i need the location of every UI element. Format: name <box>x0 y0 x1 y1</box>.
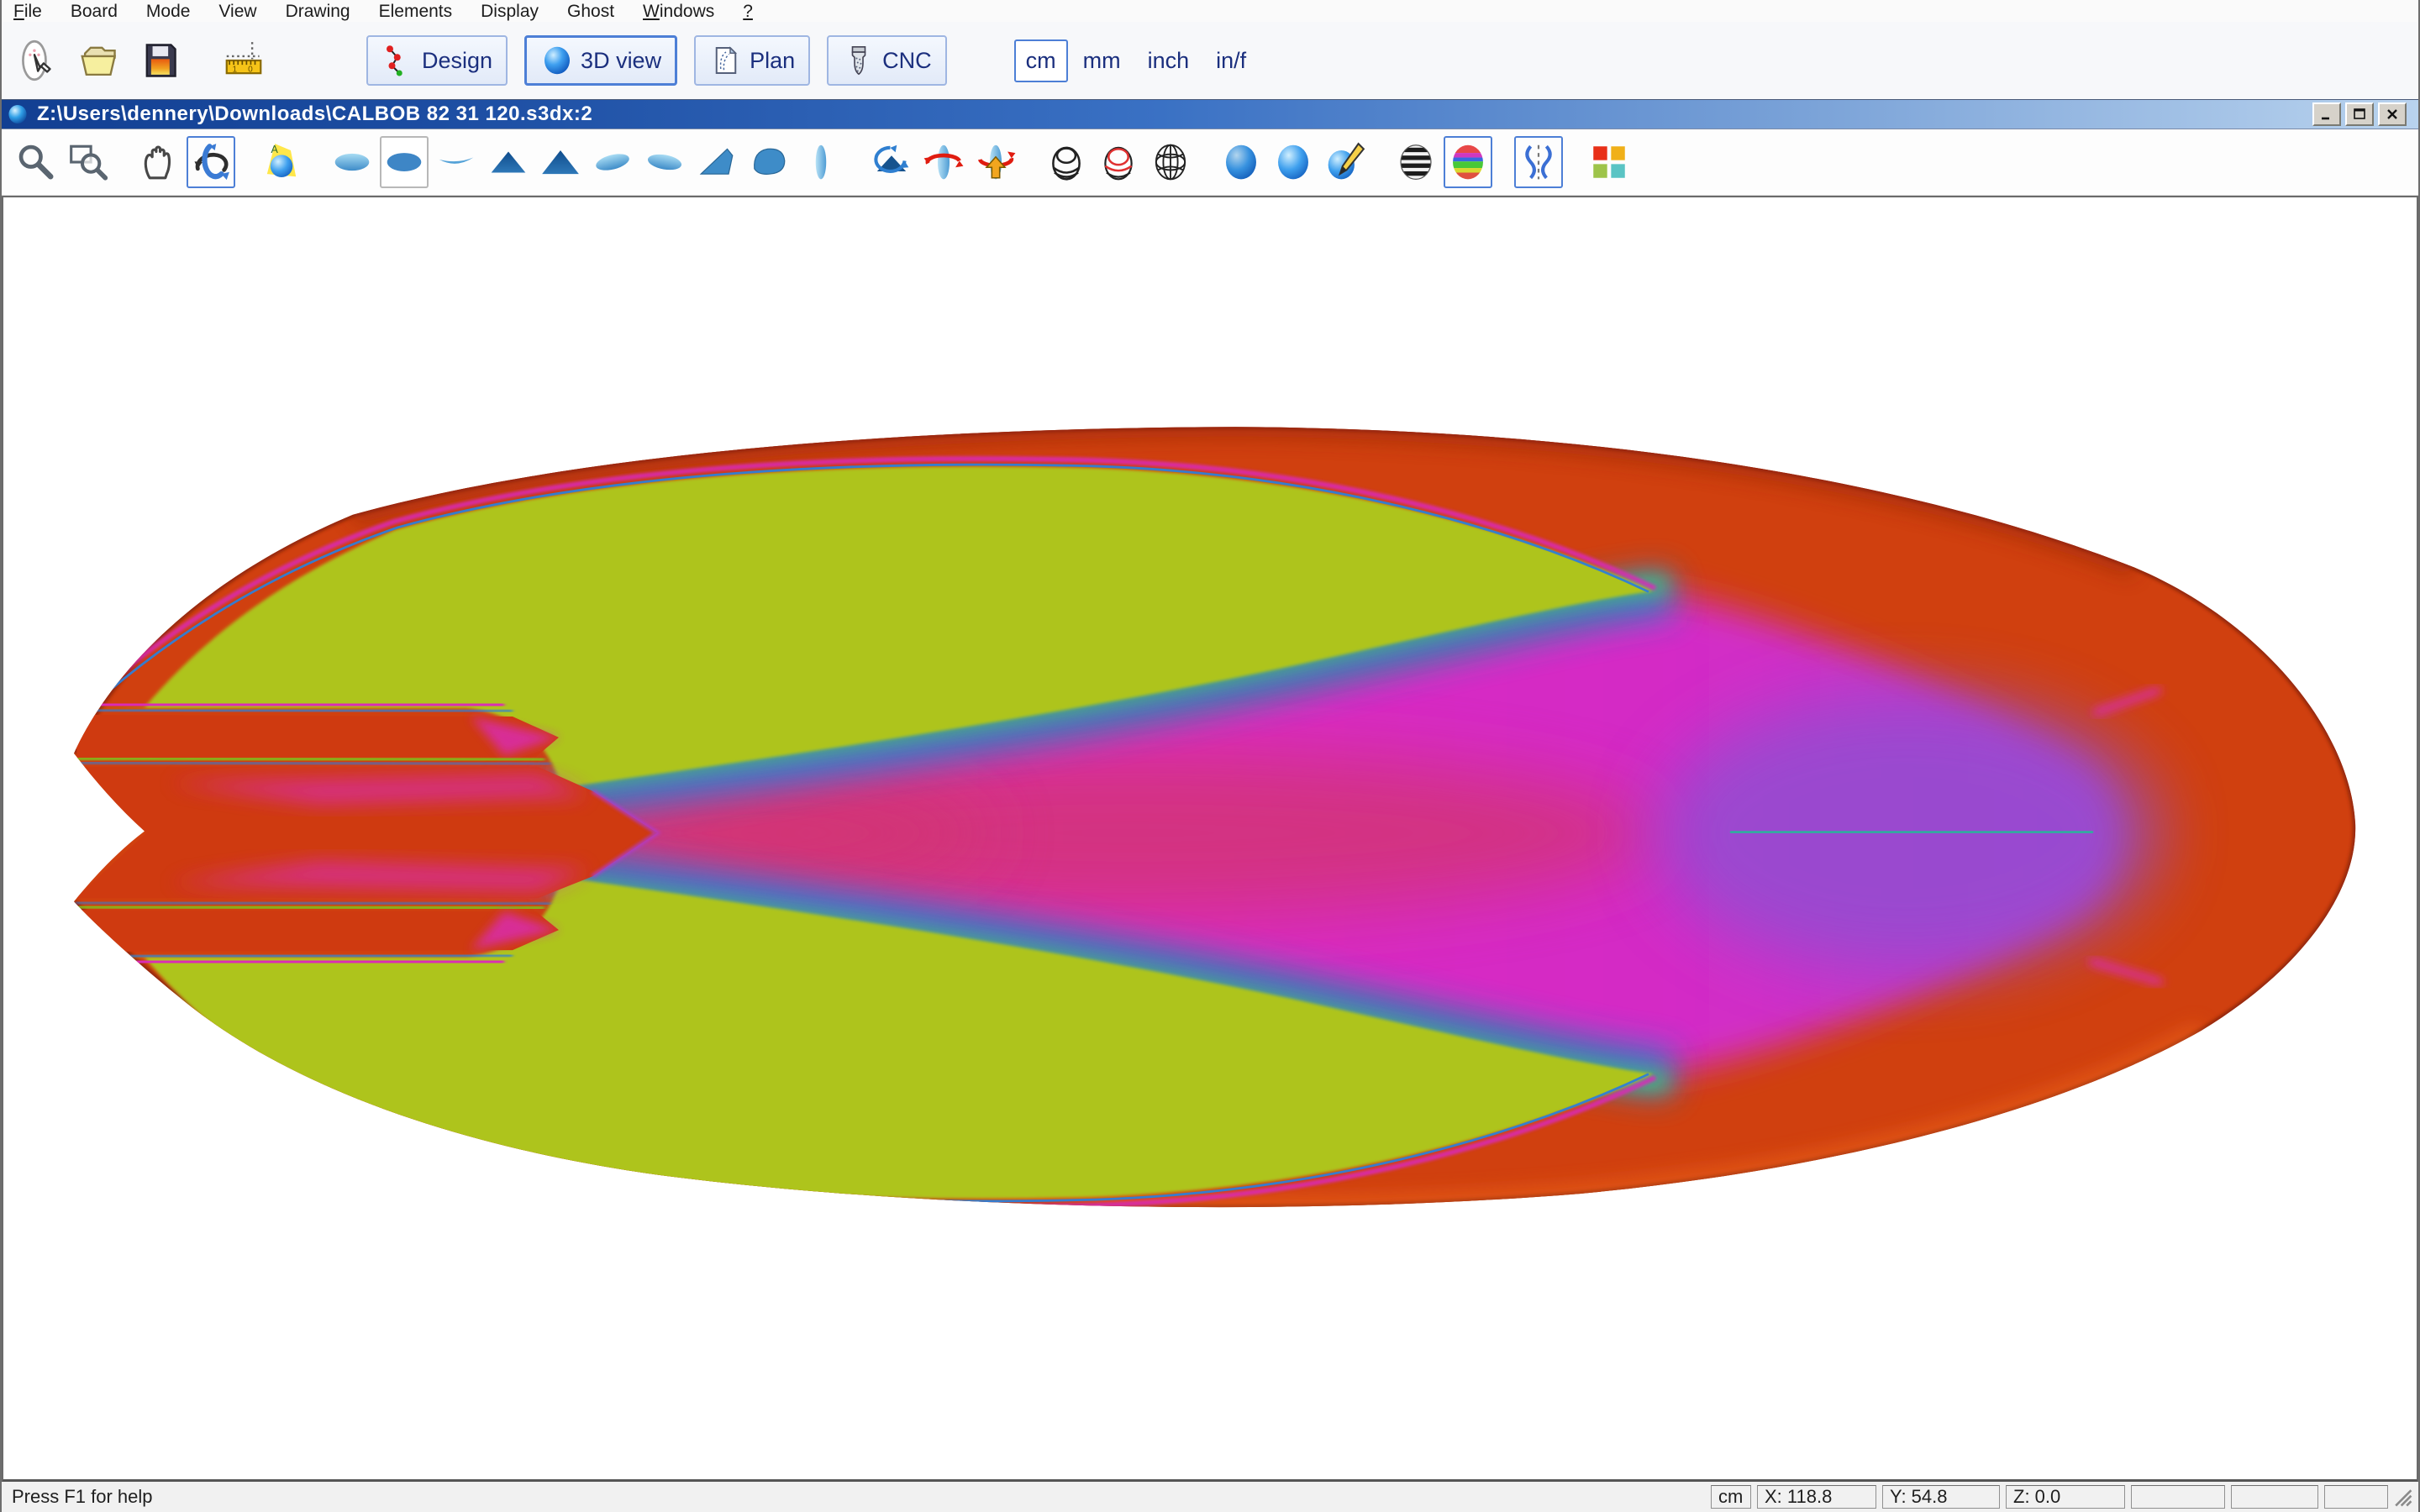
minimize-button[interactable] <box>2312 102 2341 126</box>
flow-lines-icon[interactable] <box>1514 136 1563 188</box>
view-toolbar: A <box>2 129 2418 196</box>
menu-display[interactable]: Display <box>481 2 539 22</box>
plan-mode-button[interactable]: Plan <box>694 35 810 86</box>
render-smooth-icon[interactable] <box>1269 136 1318 188</box>
spin-vertical-icon[interactable] <box>971 136 1020 188</box>
app-window: File Board Mode View Drawing Elements Di… <box>0 0 2420 1512</box>
unit-inf[interactable]: in/f <box>1204 39 1258 82</box>
design-label: Design <box>422 48 492 74</box>
svg-text:0: 0 <box>248 66 253 75</box>
rotate-3d-icon[interactable] <box>187 136 235 188</box>
rotate-tail-view-icon[interactable] <box>867 136 916 188</box>
main-toolbar: 1 0 Design 3D view Plan <box>2 22 2418 99</box>
close-button[interactable] <box>2378 102 2407 126</box>
open-file-icon[interactable] <box>73 34 125 87</box>
status-z-coordinate: Z: 0.0 <box>2006 1485 2125 1509</box>
view-perspective-deck-icon[interactable] <box>588 136 637 188</box>
view-deck-icon[interactable] <box>328 136 376 188</box>
zoom-icon[interactable] <box>12 136 60 188</box>
render-painted-icon[interactable] <box>1321 136 1370 188</box>
menu-help[interactable]: ? <box>743 2 753 22</box>
render-shaded-icon[interactable] <box>1217 136 1265 188</box>
render-curvature-map-icon[interactable] <box>1444 136 1492 188</box>
menu-windows[interactable]: Windows <box>643 2 714 22</box>
threed-view-mode-button[interactable]: 3D view <box>524 35 677 86</box>
menu-bar: File Board Mode View Drawing Elements Di… <box>2 0 2418 22</box>
spin-horizontal-icon[interactable] <box>919 136 968 188</box>
svg-text:A: A <box>271 144 279 155</box>
cnc-mode-button[interactable]: CNC <box>827 35 947 86</box>
window-controls <box>2312 102 2407 126</box>
resize-grip[interactable] <box>2391 1486 2413 1508</box>
document-sphere-icon <box>7 103 29 125</box>
surfboard-curvature-render <box>3 197 2417 1479</box>
threed-view-label: 3D view <box>581 48 661 74</box>
design-mode-button[interactable]: Design <box>366 35 508 86</box>
render-zebra-stripes-icon[interactable] <box>1392 136 1440 188</box>
view-three-quarter-tail-icon[interactable] <box>692 136 741 188</box>
render-light-icon[interactable]: A <box>257 136 306 188</box>
plan-label: Plan <box>750 48 795 74</box>
view-nose-icon[interactable] <box>536 136 585 188</box>
menu-file[interactable]: File <box>13 2 42 22</box>
status-empty-box <box>2131 1485 2225 1509</box>
wireframe-slices-icon[interactable] <box>1094 136 1143 188</box>
unit-cm[interactable]: cm <box>1014 39 1068 82</box>
unit-inch[interactable]: inch <box>1136 39 1202 82</box>
wireframe-icon[interactable] <box>1042 136 1091 188</box>
save-file-icon[interactable] <box>134 34 186 87</box>
view-tail-icon[interactable] <box>484 136 533 188</box>
status-empty-box <box>2231 1485 2318 1509</box>
measurements-icon[interactable]: 1 0 <box>218 34 270 87</box>
menu-view[interactable]: View <box>218 2 256 22</box>
view-bottom-icon[interactable] <box>380 136 429 188</box>
pan-hand-icon[interactable] <box>134 136 183 188</box>
status-x-coordinate: X: 118.8 <box>1757 1485 1876 1509</box>
new-board-icon[interactable] <box>13 34 65 87</box>
unit-selector: cm mm inch in/f <box>1014 39 1259 82</box>
maximize-button[interactable] <box>2345 102 2374 126</box>
menu-ghost[interactable]: Ghost <box>567 2 614 22</box>
zoom-window-icon[interactable] <box>64 136 113 188</box>
menu-drawing[interactable]: Drawing <box>286 2 350 22</box>
viewport-3d[interactable] <box>2 196 2418 1482</box>
menu-mode[interactable]: Mode <box>146 2 191 22</box>
view-rocker-icon[interactable] <box>432 136 481 188</box>
status-empty-box <box>2324 1485 2388 1509</box>
document-title: Z:\Users\dennery\Downloads\CALBOB 82 31 … <box>37 102 2312 126</box>
menu-board[interactable]: Board <box>71 2 118 22</box>
status-unit: cm <box>1711 1485 1751 1509</box>
status-bar: Press F1 for help cm X: 118.8 Y: 54.8 Z:… <box>2 1482 2418 1512</box>
menu-elements[interactable]: Elements <box>379 2 453 22</box>
status-help-text: Press F1 for help <box>7 1486 1705 1508</box>
unit-mm[interactable]: mm <box>1071 39 1133 82</box>
status-y-coordinate: Y: 54.8 <box>1882 1485 2000 1509</box>
mdi-title-bar[interactable]: Z:\Users\dennery\Downloads\CALBOB 82 31 … <box>2 99 2418 129</box>
svg-text:1: 1 <box>233 66 238 75</box>
cnc-label: CNC <box>882 48 932 74</box>
wireframe-mesh-icon[interactable] <box>1146 136 1195 188</box>
view-side-icon[interactable] <box>797 136 845 188</box>
quad-view-colors-icon[interactable] <box>1585 136 1634 188</box>
view-three-quarter-nose-icon[interactable] <box>744 136 793 188</box>
view-perspective-bottom-icon[interactable] <box>640 136 689 188</box>
